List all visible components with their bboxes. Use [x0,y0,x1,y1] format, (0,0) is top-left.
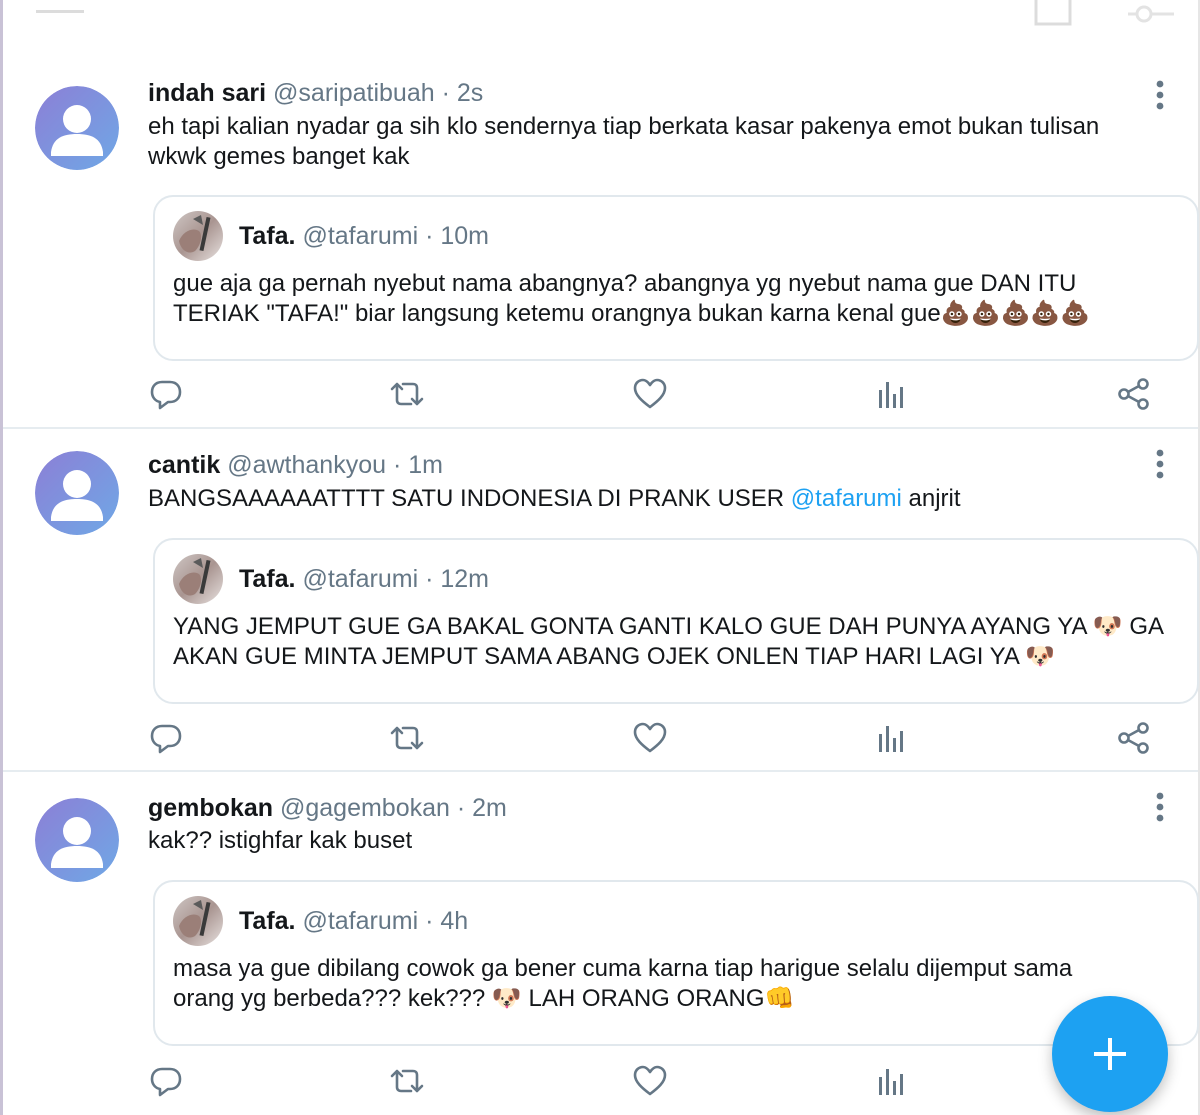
retweet-icon[interactable] [389,1063,425,1099]
retweet-icon[interactable] [389,376,425,412]
tweet-actions [3,376,1198,416]
quoted-avatar[interactable] [173,211,223,261]
stats-icon[interactable] [873,376,909,412]
square-icon[interactable] [1034,0,1072,26]
separator-dot: · [392,451,402,479]
more-vertical-icon[interactable] [1148,449,1172,479]
quoted-text-line: YANG JEMPUT GUE GA BAKAL GONTA GANTI KAL… [173,613,1165,640]
avatar[interactable] [35,798,119,882]
quoted-tweet[interactable]: Tafa. @tafarumi · 12m YANG JEMPUT GUE GA… [153,538,1199,704]
quoted-header: Tafa. @tafarumi · 4h [239,906,468,936]
quoted-header: Tafa. @tafarumi · 10m [239,221,489,251]
quoted-text: masa ya gue dibilang cowok ga bener cuma… [173,954,1173,1014]
tweet-text-line: eh tapi kalian nyadar ga sih klo sendern… [148,113,1100,140]
tweet-text-segment: BANGSAAAAAATTTT SATU INDONESIA DI PRANK … [148,485,791,512]
tweet-actions [3,720,1198,760]
tweet-text: BANGSAAAAAATTTT SATU INDONESIA DI PRANK … [148,484,1158,514]
timestamp[interactable]: 2m [472,794,507,822]
user-handle[interactable]: @gagembokan [280,794,450,822]
tweet[interactable]: gembokan @gagembokan · 2m kak?? istighfa… [3,772,1199,1115]
quoted-text-line: gue aja ga pernah nyebut nama abangnya? … [173,270,1077,297]
quoted-text-line: AKAN GUE MINTA JEMPUT SAMA ABANG OJEK ON… [173,643,1056,670]
heart-icon[interactable] [632,720,668,756]
reply-icon[interactable] [148,720,184,756]
stats-icon[interactable] [873,1063,909,1099]
quoted-text-line: orang yg berbeda??? kek??? 🐶 LAH ORANG O… [173,985,795,1012]
separator-dot: · [425,907,434,935]
tweet[interactable]: cantik @awthankyou · 1m BANGSAAAAAATTTT … [3,429,1199,772]
quoted-display-name: Tafa. [239,222,296,250]
quoted-tweet[interactable]: Tafa. @tafarumi · 10m gue aja ga pernah … [153,195,1199,361]
compose-button[interactable] [1052,996,1168,1112]
tweet-actions [3,1063,1198,1103]
timeline-page: indah sari @saripatibuah · 2s eh tapi ka… [0,0,1200,1115]
tweet-header: indah sari @saripatibuah · 2s [148,78,483,108]
tweet-header: gembokan @gagembokan · 2m [148,793,507,823]
mention-link[interactable]: @tafarumi [791,485,902,512]
retweet-icon[interactable] [389,720,425,756]
more-vertical-icon[interactable] [1148,80,1172,110]
tweet-text-line: wkwk gemes banget kak [148,143,410,170]
reply-icon[interactable] [148,1063,184,1099]
quoted-timestamp: 4h [440,907,469,935]
quoted-text-line: masa ya gue dibilang cowok ga bener cuma… [173,955,1073,982]
quoted-handle: @tafarumi [302,222,419,250]
quoted-avatar[interactable] [173,554,223,604]
separator-dot: · [425,222,434,250]
avatar[interactable] [35,86,119,170]
key-icon[interactable] [1124,2,1178,26]
stats-icon[interactable] [873,720,909,756]
menu-icon[interactable] [32,0,88,18]
user-handle[interactable]: @saripatibuah [273,79,435,107]
quoted-timestamp: 12m [440,565,490,593]
quoted-header: Tafa. @tafarumi · 12m [239,564,489,594]
share-icon[interactable] [1116,376,1152,412]
share-icon[interactable] [1116,720,1152,756]
timestamp[interactable]: 1m [408,451,443,479]
separator-dot: · [456,794,466,822]
tweet-text: eh tapi kalian nyadar ga sih klo sendern… [148,112,1158,172]
quoted-avatar[interactable] [173,896,223,946]
quoted-handle: @tafarumi [302,565,419,593]
display-name[interactable]: cantik [148,451,220,479]
heart-icon[interactable] [632,1063,668,1099]
quoted-timestamp: 10m [440,222,490,250]
display-name[interactable]: indah sari [148,79,266,107]
timestamp[interactable]: 2s [457,79,483,107]
tweet[interactable]: indah sari @saripatibuah · 2s eh tapi ka… [3,56,1199,429]
avatar[interactable] [35,451,119,535]
tweet-header: cantik @awthankyou · 1m [148,450,443,480]
quoted-display-name: Tafa. [239,565,296,593]
more-vertical-icon[interactable] [1148,792,1172,822]
separator-dot: · [425,565,434,593]
user-handle[interactable]: @awthankyou [227,451,386,479]
quoted-text: gue aja ga pernah nyebut nama abangnya? … [173,269,1173,329]
display-name[interactable]: gembokan [148,794,273,822]
quoted-tweet[interactable]: Tafa. @tafarumi · 4h masa ya gue dibilan… [153,880,1199,1046]
quoted-text-line: TERIAK "TAFA!" biar langsung ketemu oran… [173,300,1091,327]
tweet-text-segment: anjrit [901,485,961,512]
tweet-text-line: kak?? istighfar kak buset [148,827,413,854]
tweet-text: kak?? istighfar kak buset [148,826,1158,856]
quoted-handle: @tafarumi [302,907,419,935]
heart-icon[interactable] [632,376,668,412]
reply-icon[interactable] [148,376,184,412]
quoted-text: YANG JEMPUT GUE GA BAKAL GONTA GANTI KAL… [173,612,1173,672]
separator-dot: · [441,79,450,107]
quoted-display-name: Tafa. [239,907,296,935]
top-bar [0,0,1200,30]
